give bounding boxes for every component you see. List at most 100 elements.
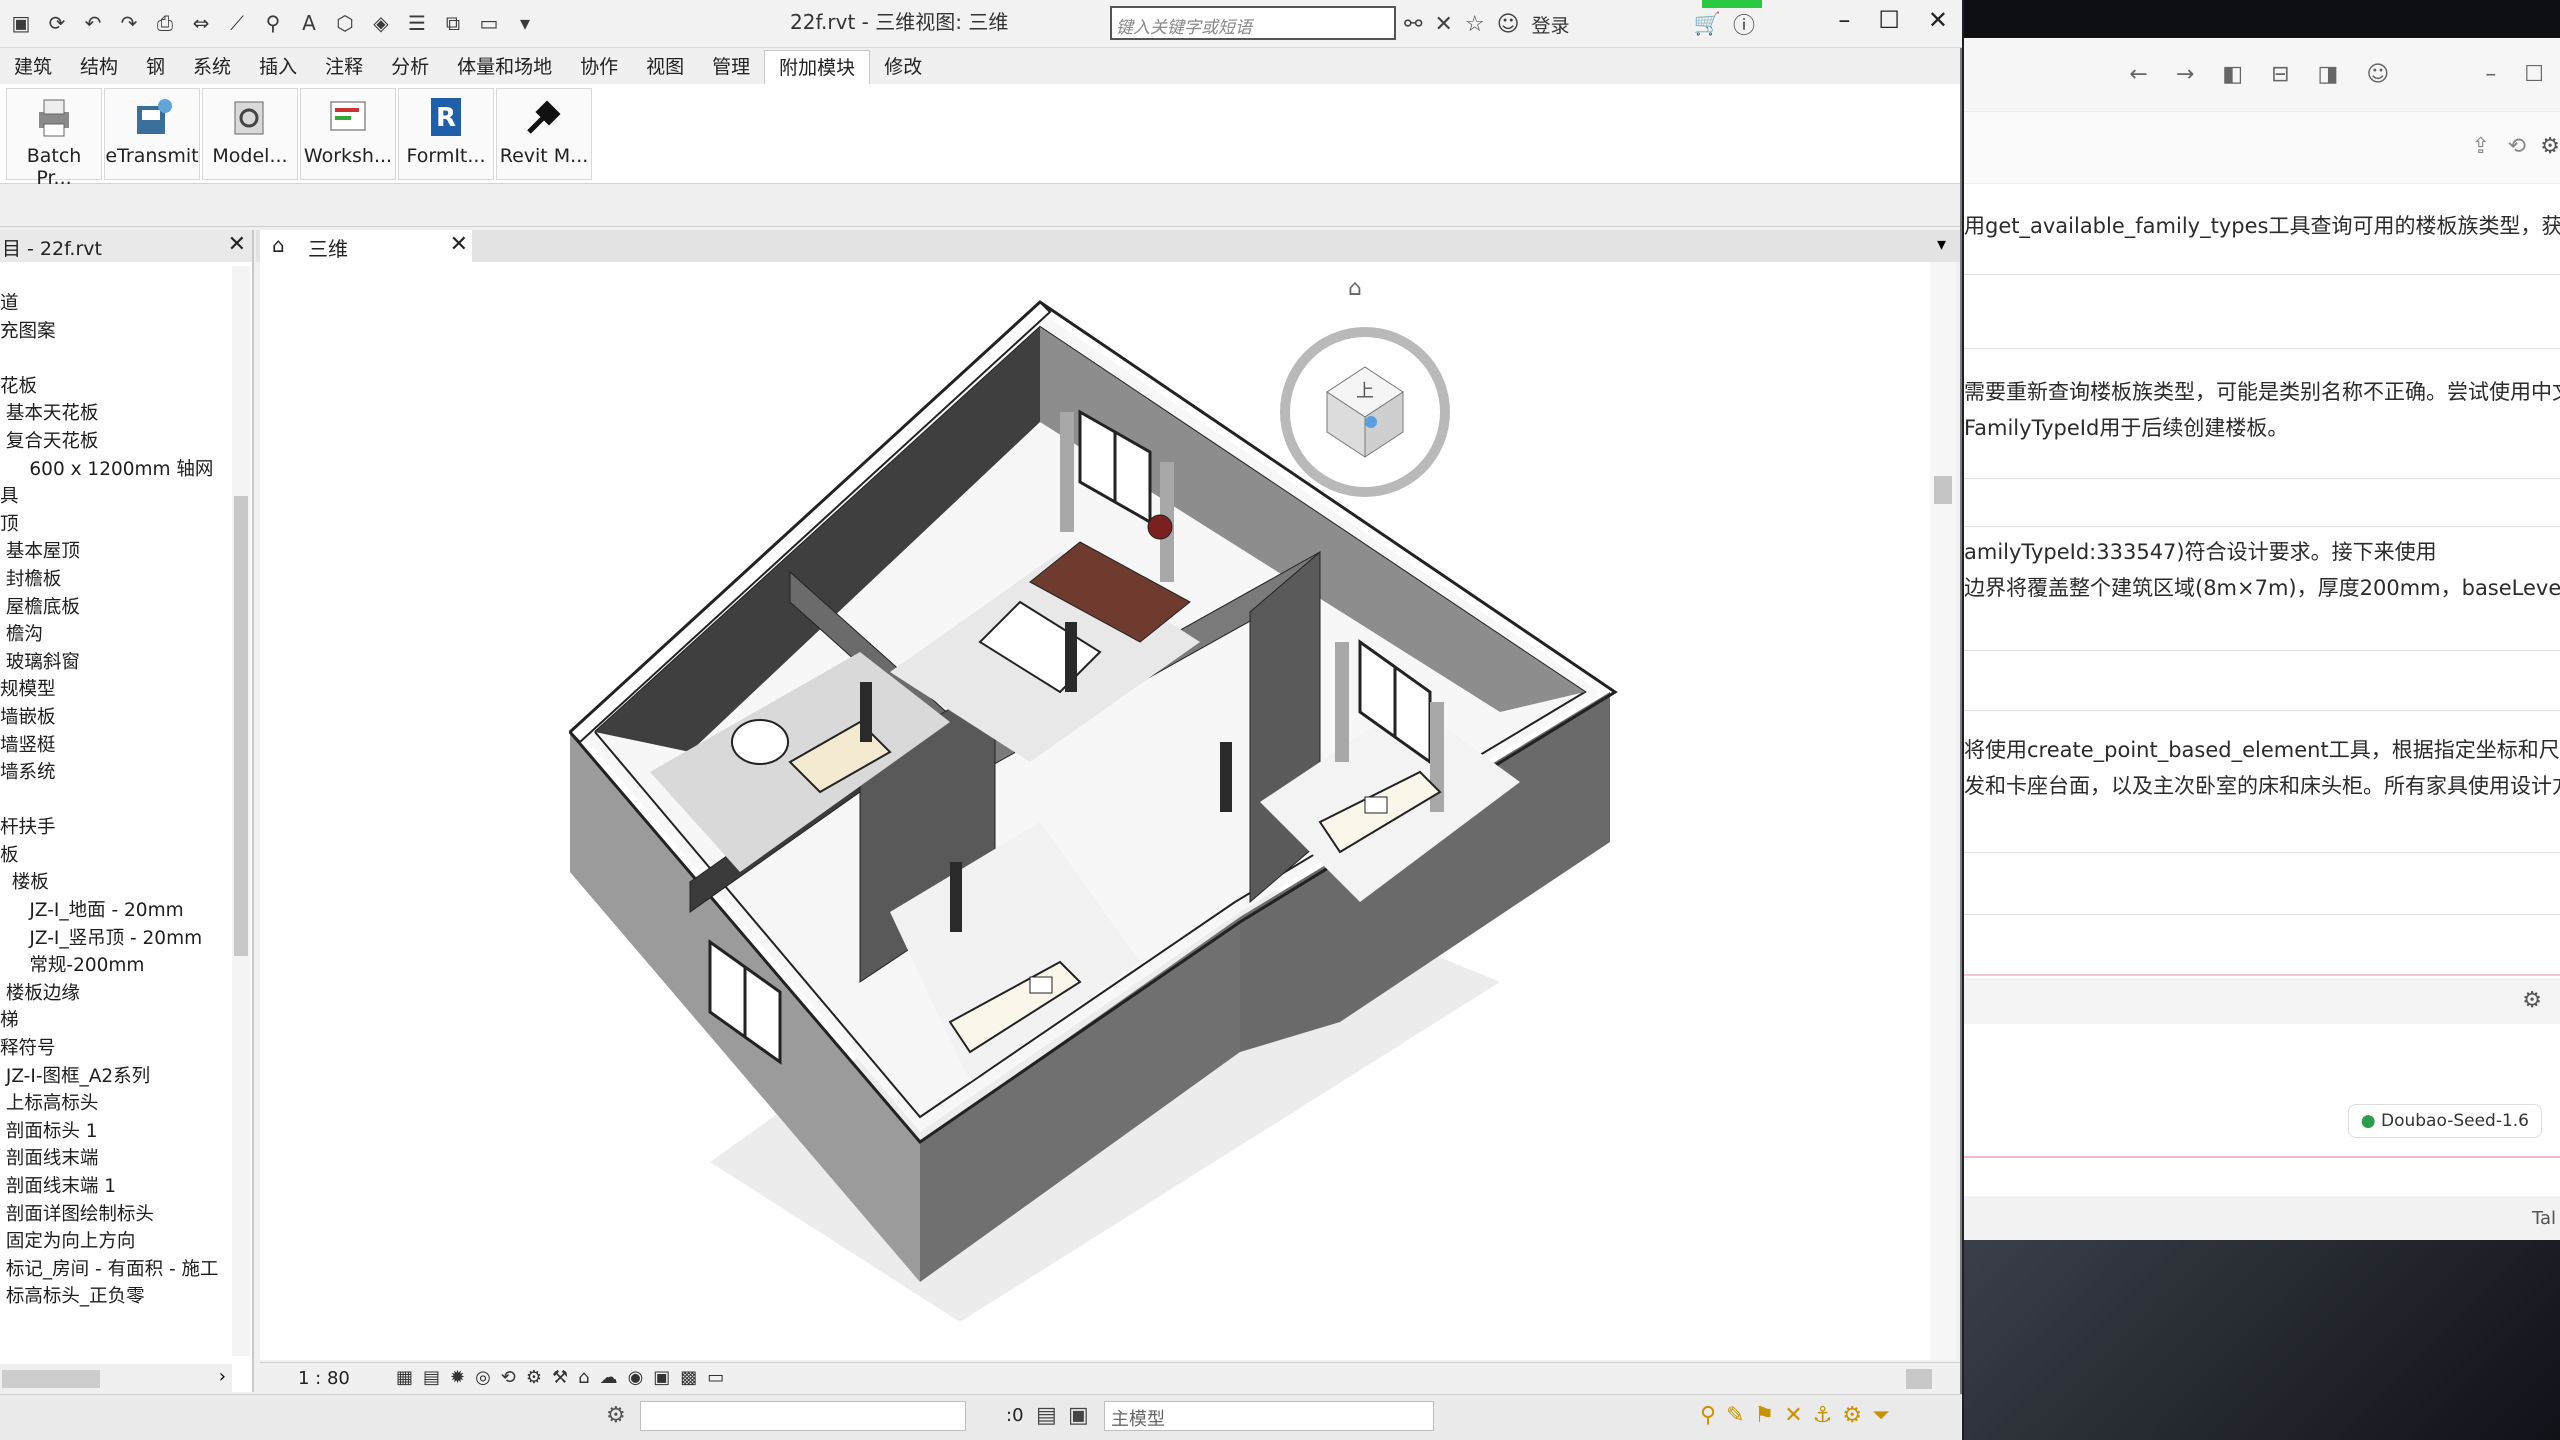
tab-7[interactable]: 体量和场地 bbox=[443, 50, 566, 84]
browser-tree-item[interactable]: 基本屋顶 bbox=[0, 538, 232, 566]
section-icon[interactable]: ◈ bbox=[366, 8, 396, 38]
workset-combo[interactable] bbox=[640, 1401, 966, 1431]
editing-requests-icon[interactable]: ▤ bbox=[1036, 1403, 1057, 1428]
forward-icon[interactable]: → bbox=[2176, 62, 2194, 87]
tab-menu-icon[interactable]: ▾ bbox=[1937, 234, 1946, 255]
browser-tree-item[interactable]: 剖面线末端 bbox=[0, 1145, 232, 1173]
browser-scrollbar[interactable] bbox=[232, 266, 250, 1356]
browser-tree-item[interactable]: 规模型 bbox=[0, 676, 232, 704]
measure-icon[interactable]: ⇔ bbox=[186, 8, 216, 38]
tab-10[interactable]: 管理 bbox=[698, 50, 764, 84]
browser-tree-item[interactable] bbox=[0, 345, 232, 373]
tab-3[interactable]: 系统 bbox=[179, 50, 245, 84]
maximize-icon[interactable]: ☐ bbox=[2524, 62, 2544, 87]
undo-icon[interactable]: ↶ bbox=[78, 8, 108, 38]
maximize-icon[interactable]: ☐ bbox=[1878, 6, 1900, 34]
user-icon[interactable]: ☺ bbox=[1497, 12, 1520, 37]
minimize-icon[interactable]: – bbox=[2485, 62, 2496, 87]
minimize-icon[interactable]: – bbox=[1838, 6, 1850, 34]
browser-tree-item[interactable]: 复合天花板 bbox=[0, 428, 232, 456]
etransmit-button[interactable]: eTransmit bbox=[104, 88, 200, 180]
print-icon[interactable]: ⎙ bbox=[150, 8, 180, 38]
browser-tree-item[interactable]: 剖面线末端 1 bbox=[0, 1173, 232, 1201]
login-link[interactable]: 登录 bbox=[1532, 11, 1570, 38]
browser-tree-item[interactable]: 花板 bbox=[0, 373, 232, 401]
model-review-button[interactable]: Model... bbox=[202, 88, 298, 180]
tab-4[interactable]: 插入 bbox=[245, 50, 311, 84]
switch-windows-icon[interactable]: ▭ bbox=[474, 8, 504, 38]
back-icon[interactable]: ← bbox=[2129, 62, 2147, 87]
tab-12[interactable]: 修改 bbox=[870, 50, 936, 84]
browser-tree-item[interactable]: 常规-200mm bbox=[0, 952, 232, 980]
browser-tree-item[interactable]: 檐沟 bbox=[0, 621, 232, 649]
viewport-vscrollbar[interactable] bbox=[1930, 262, 1956, 1360]
browser-tree-item[interactable]: JZ-I_竖吊顶 - 20mm bbox=[0, 925, 232, 953]
browser-tree-item[interactable]: 上标高标头 bbox=[0, 1090, 232, 1118]
settings-icon[interactable]: ⚙ bbox=[2522, 988, 2542, 1013]
browser-tree-item[interactable]: JZ-I_地面 - 20mm bbox=[0, 897, 232, 925]
tab-1[interactable]: 结构 bbox=[66, 50, 132, 84]
sidebar-right-icon[interactable]: ◨ bbox=[2318, 62, 2339, 87]
browser-tree-item[interactable]: 标高标头_正负零 bbox=[0, 1283, 232, 1310]
scroll-thumb[interactable] bbox=[234, 496, 248, 956]
3d-view-icon[interactable]: ⬡ bbox=[330, 8, 360, 38]
browser-tree-item[interactable]: 具 bbox=[0, 483, 232, 511]
tab-6[interactable]: 分析 bbox=[377, 50, 443, 84]
tab-5[interactable]: 注释 bbox=[311, 50, 377, 84]
browser-tree-item[interactable]: 墙竖梃 bbox=[0, 732, 232, 760]
star-icon[interactable]: ☆ bbox=[1465, 12, 1485, 37]
tab-2[interactable]: 钢 bbox=[132, 50, 179, 84]
dimension-icon[interactable]: ⟋ bbox=[222, 8, 252, 38]
browser-tree-item[interactable]: 充图案 bbox=[0, 318, 232, 346]
binoculars-icon[interactable]: ⚯ bbox=[1404, 12, 1422, 37]
settings-icon[interactable]: ⚙ bbox=[2540, 134, 2560, 159]
sidebar-left-icon[interactable]: ◧ bbox=[2222, 62, 2243, 87]
browser-tree-item[interactable]: 600 x 1200mm 轴网 bbox=[0, 456, 232, 484]
customize-qat-icon[interactable]: ▾ bbox=[510, 8, 540, 38]
help-icon[interactable]: ⓘ bbox=[1733, 8, 1755, 40]
browser-tree-item[interactable]: JZ-I-图框_A2系列 bbox=[0, 1063, 232, 1091]
worksharing-monitor-button[interactable]: Worksh... bbox=[300, 88, 396, 180]
tab-0[interactable]: 建筑 bbox=[0, 50, 66, 84]
browser-tree-item[interactable]: 基本天花板 bbox=[0, 400, 232, 428]
model-combo[interactable]: 主模型 bbox=[1104, 1401, 1434, 1431]
browser-tree-item[interactable]: 释符号 bbox=[0, 1035, 232, 1063]
tag-icon[interactable]: ⚲ bbox=[258, 8, 288, 38]
browser-tree-item[interactable]: 剖面标头 1 bbox=[0, 1118, 232, 1146]
tab-8[interactable]: 协作 bbox=[566, 50, 632, 84]
model-selector[interactable]: ● Doubao-Seed-1.6 bbox=[2347, 1104, 2542, 1138]
browser-tree-item[interactable]: 楼板边缘 bbox=[0, 980, 232, 1008]
browser-tree-item[interactable]: 屋檐底板 bbox=[0, 594, 232, 622]
browser-tree-item[interactable]: 玻璃斜窗 bbox=[0, 649, 232, 677]
thin-lines-icon[interactable]: ☰ bbox=[402, 8, 432, 38]
browser-tree-item[interactable]: 楼板 bbox=[0, 869, 232, 897]
sync-icon[interactable]: ⟳ bbox=[42, 8, 72, 38]
share-icon[interactable]: ⇪ bbox=[2472, 134, 2490, 159]
split-icon[interactable]: ⊟ bbox=[2271, 62, 2289, 87]
tab-9[interactable]: 视图 bbox=[632, 50, 698, 84]
browser-tree-item[interactable]: 梯 bbox=[0, 1007, 232, 1035]
revit-mep-button[interactable]: Revit M... bbox=[496, 88, 592, 180]
browser-tree-item[interactable]: 杆扶手 bbox=[0, 814, 232, 842]
selection-filter-icons[interactable]: ⚲✎⚑✕⚓⚙⏷ bbox=[1700, 1403, 1900, 1428]
tab-11[interactable]: 附加模块 bbox=[764, 50, 871, 84]
3d-viewport[interactable]: 上 ⌂ bbox=[260, 262, 1940, 1360]
browser-tree-item[interactable]: 标记_房间 - 有面积 - 施工 bbox=[0, 1256, 232, 1284]
workset-icon[interactable]: ⚙ bbox=[606, 1403, 626, 1428]
browser-tree-item[interactable]: 封檐板 bbox=[0, 566, 232, 594]
history-icon[interactable]: ⟲ bbox=[2508, 134, 2526, 159]
redo-icon[interactable]: ↷ bbox=[114, 8, 144, 38]
formit-button[interactable]: R FormIt... bbox=[398, 88, 494, 180]
view-control-icons[interactable]: ▦▤✹◎⟲⚙⚒⌂☁◉▣▩▭ bbox=[396, 1367, 734, 1388]
cart-icon[interactable]: 🛒 bbox=[1694, 12, 1721, 37]
chevron-right-icon[interactable]: › bbox=[219, 1366, 226, 1387]
design-options-icon[interactable]: ▣ bbox=[1068, 1403, 1089, 1428]
scroll-thumb[interactable] bbox=[2, 1370, 100, 1388]
tab-3d-view[interactable]: ⌂ 三维 ✕ bbox=[260, 230, 472, 262]
browser-tree-item[interactable]: 墙系统 bbox=[0, 759, 232, 787]
close-hidden-icon[interactable]: ⧉ bbox=[438, 8, 468, 38]
batch-print-button[interactable]: Batch Pr... bbox=[6, 88, 102, 189]
search-input[interactable]: 键入关键字或短语 bbox=[1110, 6, 1396, 40]
close-icon[interactable]: ✕ bbox=[1928, 6, 1948, 34]
browser-hscrollbar[interactable]: › bbox=[0, 1364, 232, 1392]
